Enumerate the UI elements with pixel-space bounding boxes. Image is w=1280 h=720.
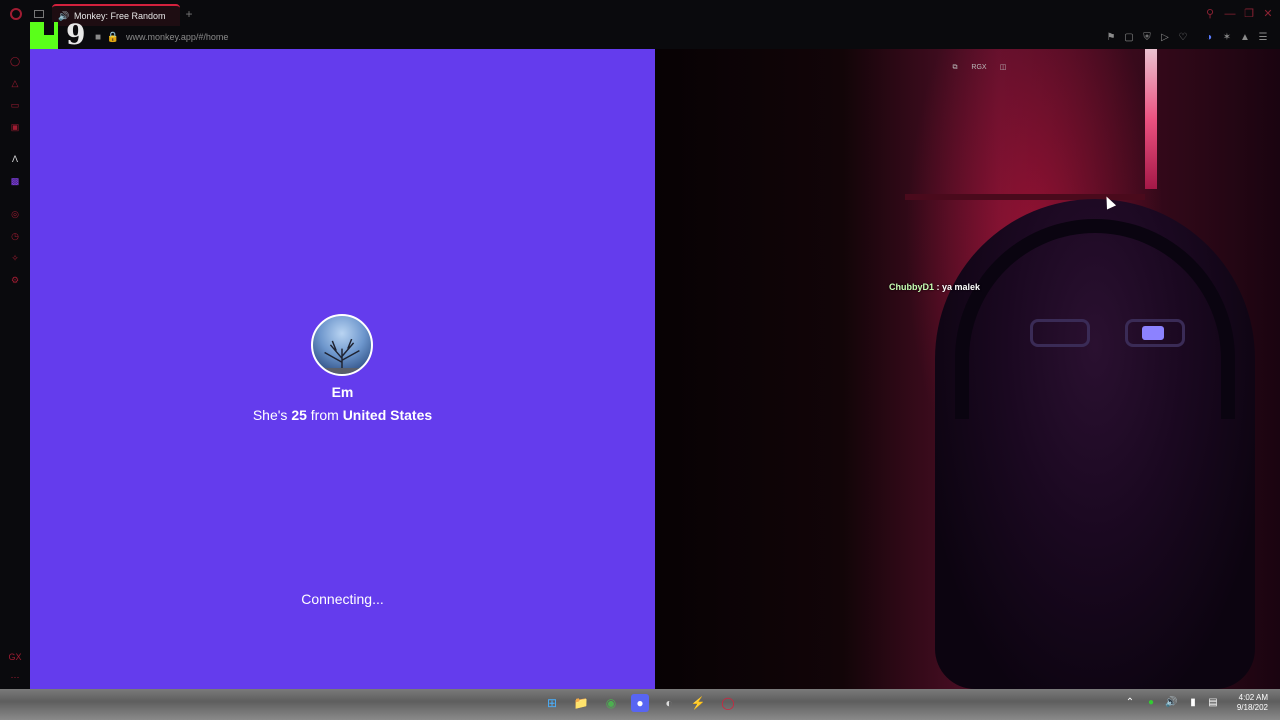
bio-age: 25 [291,407,307,423]
bio-country: United States [342,407,433,423]
gx-logo-icon: GX [8,652,22,662]
obs-icon[interactable]: ◐ [660,694,678,712]
tray-expand-icon[interactable]: ⌃ [1124,697,1136,709]
chat-text: : ya malek [934,282,981,292]
gx-control-icon[interactable]: ◯ [8,54,22,68]
bio-prefix: She's [252,407,292,423]
expand-icon[interactable]: ⧉ [948,62,962,74]
glasses-glare [1142,326,1164,340]
webcam-feed [655,49,1280,689]
tab-title: Monkey: Free Random [74,11,166,21]
clock-time: 4:02 AM [1238,693,1268,702]
stream-logo-notch [44,22,54,35]
heart-icon[interactable]: ♡ [1176,31,1190,45]
stream-logo-digit: 9 [66,18,86,51]
minimize-icon[interactable]: — [1222,6,1238,22]
connection-status: Connecting... [301,591,384,607]
rgx-button[interactable]: RGX [968,62,990,74]
led-strip [1145,49,1157,189]
settings-icon[interactable]: ⚙ [8,273,22,287]
chrome-icon[interactable]: ◉ [602,694,620,712]
url-field[interactable]: www.monkey.app/#/home [126,31,228,43]
menu-icon[interactable]: ☰ [1256,31,1270,45]
profile-icon[interactable]: ▲ [1238,31,1252,45]
history-icon[interactable]: ◷ [8,229,22,243]
bio-mid: from [306,407,343,423]
extensions-icon[interactable]: ✶ [1220,31,1234,45]
lock-icon[interactable]: 🔒 [106,31,120,45]
close-icon[interactable]: ✕ [1260,6,1276,22]
app-lightning-icon[interactable]: ⚡ [689,694,707,712]
avatar[interactable] [311,314,373,376]
player-icon[interactable]: ▷ [1158,31,1172,45]
discord-icon[interactable]: ● [631,694,649,712]
messenger-icon[interactable]: ▭ [8,98,22,112]
chat-message: ChubbyD1 : ya malek [889,281,980,293]
tree-silhouette-icon [313,339,371,374]
clock-date: 9/18/202 [1236,703,1268,712]
windows-start-icon[interactable]: ⊞ [543,694,561,712]
chat-username: ChubbyD1 [889,282,934,292]
extensions-sidebar-icon[interactable]: ✧ [8,251,22,265]
volume-icon[interactable]: 🔊 [1165,697,1177,709]
new-tab-button[interactable]: + [182,6,196,22]
taskbar-clock[interactable]: 4:02 AM 9/18/202 [1222,693,1268,713]
camera-icon[interactable]: ■ [91,31,105,45]
twitch-icon[interactable]: ▩ [8,174,22,188]
opera-gx-menu-icon[interactable] [10,8,22,20]
tray-app-icon[interactable]: ● [1145,697,1157,709]
microphone-icon[interactable]: ▮ [1187,697,1199,709]
toggle-icon[interactable]: ◫ [996,62,1010,74]
vpn-icon[interactable]: ◑ [1202,31,1216,45]
workspaces-icon[interactable] [34,10,44,18]
monkey-app-icon[interactable]: Λ [8,152,22,166]
maximize-icon[interactable]: ❐ [1241,6,1257,22]
network-icon[interactable]: ▤ [1207,697,1219,709]
gx-corner-icon[interactable]: △ [8,76,22,90]
profile-bio: She's 25 from United States [30,407,655,423]
search-icon[interactable]: ⚲ [1202,6,1218,22]
opera-gx-taskbar-icon[interactable]: ◯ [719,694,737,712]
glasses-left-lens [1030,319,1090,347]
profile-name: Em [331,384,354,400]
file-explorer-icon[interactable]: 📁 [572,694,590,712]
browser-sidebar [0,49,30,689]
pin-icon[interactable]: ⚑ [1104,31,1118,45]
snapshot-icon[interactable]: ▢ [1122,31,1136,45]
shield-icon[interactable]: ⛨ [1140,31,1154,45]
news-icon[interactable]: ▣ [8,120,22,134]
player-sidebar-icon[interactable]: ◎ [8,207,22,221]
more-icon[interactable]: ⋯ [8,670,22,684]
